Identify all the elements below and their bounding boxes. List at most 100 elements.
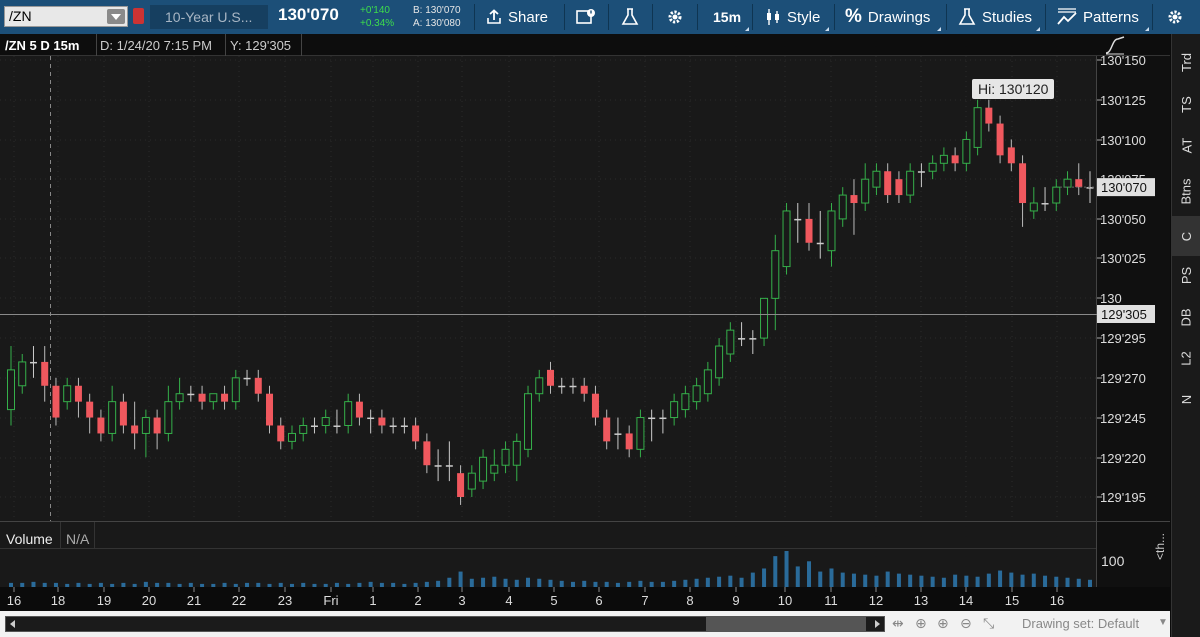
crosshair-icon[interactable]: ⊕ (915, 615, 927, 632)
settings-button[interactable] (666, 0, 684, 34)
aggregation-button[interactable]: 15m (713, 0, 741, 34)
share-icon (487, 9, 501, 24)
tab-trd[interactable]: Trd (1172, 42, 1200, 82)
tab-at[interactable]: AT (1172, 125, 1200, 165)
candle-body (928, 162, 937, 172)
chart-settings-button[interactable] (1165, 0, 1185, 34)
candle-body (344, 401, 353, 426)
studies-label: Studies (982, 8, 1033, 26)
studies-button[interactable]: Studies (958, 0, 1032, 34)
candle-body (703, 369, 712, 395)
tab-n[interactable]: N (1172, 379, 1200, 419)
scroll-thumb[interactable] (706, 617, 866, 631)
price-chart[interactable]: 130'150130'125130'100130'075130'050130'0… (0, 53, 1170, 622)
tab-l2[interactable]: L2 (1172, 338, 1200, 378)
price-tick-label: 129'295 (1100, 331, 1146, 346)
time-tick-label: 16 (7, 593, 21, 608)
volume-bar (874, 575, 879, 587)
volume-bar (953, 574, 958, 587)
candle-body (951, 155, 959, 164)
time-tick-label: 6 (595, 593, 602, 608)
candle-body (266, 393, 274, 426)
candle-body (97, 417, 105, 434)
candle-body (231, 377, 240, 403)
expand-icon[interactable] (1104, 35, 1126, 58)
bid-price: B: 130'070 (413, 5, 461, 16)
alert-flag-icon[interactable] (133, 8, 144, 24)
zoom-in-icon[interactable]: ⊕ (937, 615, 949, 632)
tab-btns[interactable]: Btns (1172, 171, 1200, 211)
toolbar-divider (564, 4, 565, 30)
candle-body (479, 456, 488, 482)
patterns-button[interactable]: Patterns (1057, 0, 1139, 34)
volume-bar (649, 581, 654, 587)
volume-bar (728, 575, 733, 587)
volume-bar (672, 580, 677, 587)
candle-body (962, 138, 971, 164)
fit-icon[interactable]: ⤡ (983, 615, 994, 632)
tab-c[interactable]: C (1172, 216, 1200, 256)
candle-body (917, 171, 925, 173)
toolbar-divider (1045, 4, 1046, 30)
candle-body (580, 385, 588, 394)
candle-body (221, 393, 229, 402)
scroll-right-icon[interactable] (875, 620, 880, 628)
volume-bar (379, 582, 384, 587)
price-tick-label: 130'050 (1100, 212, 1146, 227)
drawings-button[interactable]: % Drawings (845, 0, 930, 34)
volume-bar (1043, 575, 1048, 587)
volume-bar (795, 566, 800, 587)
scroll-left-icon[interactable] (10, 620, 15, 628)
volume-bar (683, 579, 688, 587)
chart-area[interactable]: 130'150130'125130'100130'075130'050130'0… (0, 53, 1170, 622)
share-label: Share (508, 8, 549, 26)
symbol-input[interactable]: /ZN (4, 6, 128, 27)
volume-bar (222, 582, 227, 587)
volume-bar (177, 583, 182, 587)
candle-body (467, 472, 476, 490)
time-tick-label: 19 (97, 593, 111, 608)
style-button[interactable]: Style (765, 0, 820, 34)
news-button[interactable] (576, 0, 596, 34)
candle-body (838, 194, 847, 220)
pan-icon[interactable]: ⇹ (892, 615, 904, 632)
symbol-dropdown-icon[interactable] (107, 9, 125, 24)
horizontal-scrollbar[interactable] (5, 616, 885, 632)
ask-price: A: 130'080 (413, 18, 461, 29)
tab-ps[interactable]: PS (1172, 255, 1200, 295)
volume-bar (964, 575, 969, 587)
volume-bar (211, 583, 216, 587)
volume-bar (155, 582, 160, 587)
volume-bar (570, 581, 575, 587)
patterns-icon (1057, 8, 1077, 25)
toolbar-divider (652, 4, 653, 30)
volume-bar (323, 583, 328, 587)
drawing-set-dropdown-icon[interactable]: ▼ (1158, 617, 1168, 628)
candle-body (782, 210, 791, 268)
tab-ts[interactable]: TS (1172, 84, 1200, 124)
candle-body (648, 417, 656, 420)
volume-bar (1054, 576, 1059, 587)
volume-bar (110, 583, 115, 587)
toolbar-divider (697, 4, 698, 30)
toolbar-divider (474, 4, 475, 30)
candle-body (625, 433, 633, 450)
volume-bar (31, 581, 36, 587)
flask-button[interactable] (621, 0, 639, 34)
candle-body (108, 401, 117, 434)
volume-bar (807, 561, 812, 587)
volume-bar (132, 583, 137, 587)
high-price-bubble: Hi: 130'120 (972, 79, 1055, 99)
candle-body (535, 377, 544, 395)
tab-db[interactable]: DB (1172, 297, 1200, 337)
time-tick-label: 2 (414, 593, 421, 608)
volume-bar (773, 556, 778, 587)
candle-body (209, 393, 218, 403)
candle-body (906, 170, 915, 196)
share-button[interactable]: Share (486, 0, 548, 34)
patterns-label: Patterns (1083, 8, 1139, 26)
time-tick-label: Fri (323, 593, 338, 608)
candle-body (243, 377, 251, 380)
volume-bar (413, 582, 418, 587)
zoom-out-icon[interactable]: ⊖ (960, 615, 972, 632)
